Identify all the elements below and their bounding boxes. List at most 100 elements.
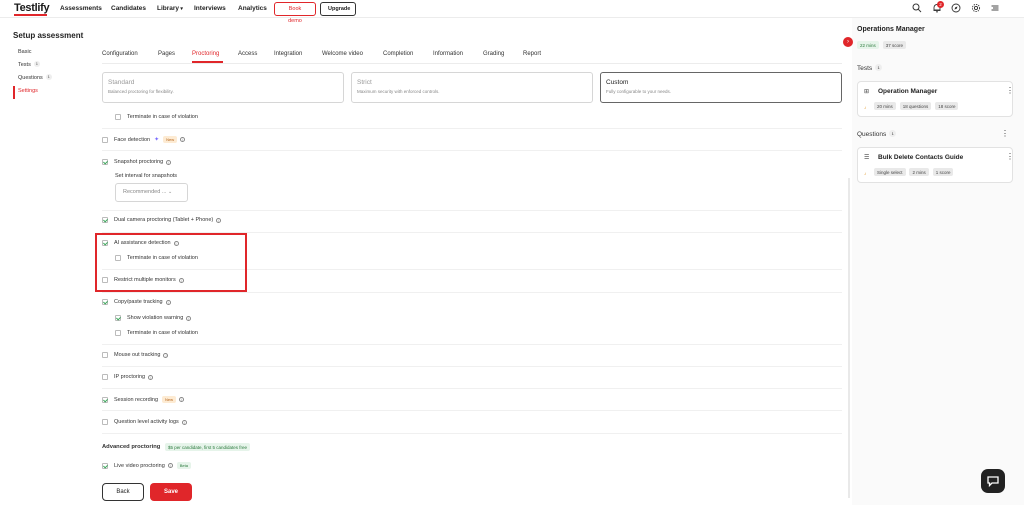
checkbox[interactable] xyxy=(102,159,108,165)
gear-icon[interactable] xyxy=(971,3,981,13)
sparkle-icon: ✦ xyxy=(154,137,160,143)
nav-candidates[interactable]: Candidates xyxy=(111,5,146,12)
checkbox[interactable] xyxy=(115,315,121,321)
snapshot-proctoring-option[interactable]: Snapshot proctoring i xyxy=(102,159,172,165)
advanced-pricing-badge: $5 per candidate, first 5 candidates fre… xyxy=(165,443,251,451)
question-card-stats: Single select 2 mins 1 score xyxy=(874,168,955,176)
drag-handle-icon[interactable]: ⌟ xyxy=(864,104,866,110)
advanced-proctoring-title: Advanced proctoring xyxy=(102,444,161,450)
sidebar-item-label: Basic xyxy=(18,49,32,55)
tab-information[interactable]: Information xyxy=(433,51,463,57)
nav-assessments[interactable]: Assessments xyxy=(60,5,102,12)
save-button[interactable]: Save xyxy=(150,483,192,501)
sidebar-item-basic[interactable]: Basic xyxy=(13,47,52,60)
tab-proctoring[interactable]: Proctoring xyxy=(192,51,219,57)
divider xyxy=(102,433,842,434)
tab-configuration[interactable]: Configuration xyxy=(102,51,138,57)
assessment-stats: 22 mins 37 score xyxy=(857,41,908,49)
info-icon[interactable]: i xyxy=(167,463,173,468)
face-detection-option[interactable]: Face detection ✦ New i xyxy=(102,136,186,143)
live-video-option[interactable]: Live video proctoring i Beta xyxy=(102,462,191,469)
book-demo-button[interactable]: Book demo xyxy=(274,2,316,24)
question-logs-option[interactable]: Question level activity logs i xyxy=(102,419,187,425)
divider xyxy=(102,292,842,293)
tab-completion[interactable]: Completion xyxy=(383,51,413,57)
mode-title: Standard xyxy=(108,79,135,86)
checkbox[interactable] xyxy=(102,374,108,380)
drag-handle-icon[interactable]: ⌟ xyxy=(864,170,866,176)
checkbox[interactable] xyxy=(102,419,108,425)
mouse-out-option[interactable]: Mouse out tracking i xyxy=(102,352,169,358)
questions-count-badge: 1 xyxy=(45,74,52,80)
terminate-option-face[interactable]: Terminate in case of violation xyxy=(115,114,198,120)
copy-paste-option[interactable]: Copy/paste tracking i xyxy=(102,299,171,305)
page-title: Setup assessment xyxy=(13,31,84,40)
info-icon[interactable]: i xyxy=(166,159,172,165)
test-card-stats: 20 mins 18 questions 18 score xyxy=(874,102,960,110)
upgrade-button[interactable]: Upgrade xyxy=(320,2,356,16)
tab-grading[interactable]: Grading xyxy=(483,51,504,57)
nav-library[interactable]: Library xyxy=(157,5,183,12)
checkbox[interactable] xyxy=(102,136,108,143)
checkbox[interactable] xyxy=(115,330,121,336)
mode-description: Maximum security with enforced controls. xyxy=(357,89,440,94)
tab-access[interactable]: Access xyxy=(238,51,257,57)
mode-card-standard[interactable]: Standard Balanced proctoring for flexibi… xyxy=(102,72,344,103)
more-options-icon[interactable]: ⋮ xyxy=(1006,87,1014,95)
tab-integration[interactable]: Integration xyxy=(274,51,302,57)
mode-card-strict[interactable]: Strict Maximum security with enforced co… xyxy=(351,72,593,103)
more-options-icon[interactable]: ⋮ xyxy=(1006,153,1014,161)
ip-proctoring-option[interactable]: IP proctoring i xyxy=(102,374,154,380)
nav-analytics[interactable]: Analytics xyxy=(238,5,267,12)
compass-icon[interactable] xyxy=(951,3,961,13)
mode-title: Strict xyxy=(357,79,372,86)
search-icon[interactable] xyxy=(912,3,922,13)
help-chat-button[interactable] xyxy=(981,469,1005,493)
divider xyxy=(102,150,842,151)
test-score-pill: 18 score xyxy=(935,102,959,110)
option-label: Terminate in case of violation xyxy=(127,330,198,336)
sidebar-item-questions[interactable]: Questions 1 xyxy=(13,73,52,86)
session-recording-option[interactable]: Session recording New i xyxy=(102,396,185,403)
section-label: Tests xyxy=(857,65,873,72)
info-icon[interactable]: i xyxy=(181,419,187,425)
scrollbar[interactable] xyxy=(848,178,850,498)
info-icon[interactable]: i xyxy=(163,352,169,358)
terminate-option-copy[interactable]: Terminate in case of violation xyxy=(115,330,198,336)
list-icon: ☰ xyxy=(864,155,870,161)
mode-card-custom[interactable]: Custom Fully configurable to your needs. xyxy=(600,72,842,103)
test-card[interactable]: ⊞ Operation Manager ⌟ 20 mins 18 questio… xyxy=(857,81,1014,117)
tab-report[interactable]: Report xyxy=(523,51,541,57)
option-label: Session recording xyxy=(114,396,159,403)
sidebar-item-tests[interactable]: Tests 1 xyxy=(13,60,52,73)
option-label: IP proctoring xyxy=(114,374,146,380)
divider xyxy=(102,344,842,345)
checkbox[interactable] xyxy=(102,462,108,469)
back-button[interactable]: Back xyxy=(102,483,144,501)
sidebar-item-settings[interactable]: Settings xyxy=(13,86,52,99)
info-icon[interactable]: i xyxy=(180,137,186,142)
question-card[interactable]: ☰ Bulk Delete Contacts Guide ⌟ Single se… xyxy=(857,147,1014,183)
info-icon[interactable]: i xyxy=(216,217,222,223)
checkbox[interactable] xyxy=(102,396,108,403)
chevron-right-icon[interactable]: › xyxy=(843,37,853,47)
checkbox[interactable] xyxy=(102,217,108,223)
snapshot-interval-select[interactable]: Recommended ... ⌄ xyxy=(115,183,188,202)
menu-icon[interactable] xyxy=(990,3,1000,13)
nav-interviews[interactable]: Interviews xyxy=(194,5,226,12)
questions-count: 1 xyxy=(889,130,897,137)
option-label: Dual camera proctoring (Tablet + Phone) xyxy=(114,217,214,223)
info-icon[interactable]: i xyxy=(165,299,171,305)
checkbox[interactable] xyxy=(115,114,121,120)
info-icon[interactable]: i xyxy=(179,397,185,402)
tab-welcome-video[interactable]: Welcome video xyxy=(322,51,363,57)
dual-camera-option[interactable]: Dual camera proctoring (Tablet + Phone) i xyxy=(102,217,222,223)
tab-pages[interactable]: Pages xyxy=(158,51,175,57)
show-warning-option[interactable]: Show violation warning i xyxy=(115,315,192,321)
brand-logo[interactable]: Testlify xyxy=(14,2,50,14)
checkbox[interactable] xyxy=(102,352,108,358)
more-options-icon[interactable]: ⋮ xyxy=(1001,130,1009,138)
info-icon[interactable]: i xyxy=(186,315,192,321)
info-icon[interactable]: i xyxy=(148,374,154,380)
checkbox[interactable] xyxy=(102,299,108,305)
